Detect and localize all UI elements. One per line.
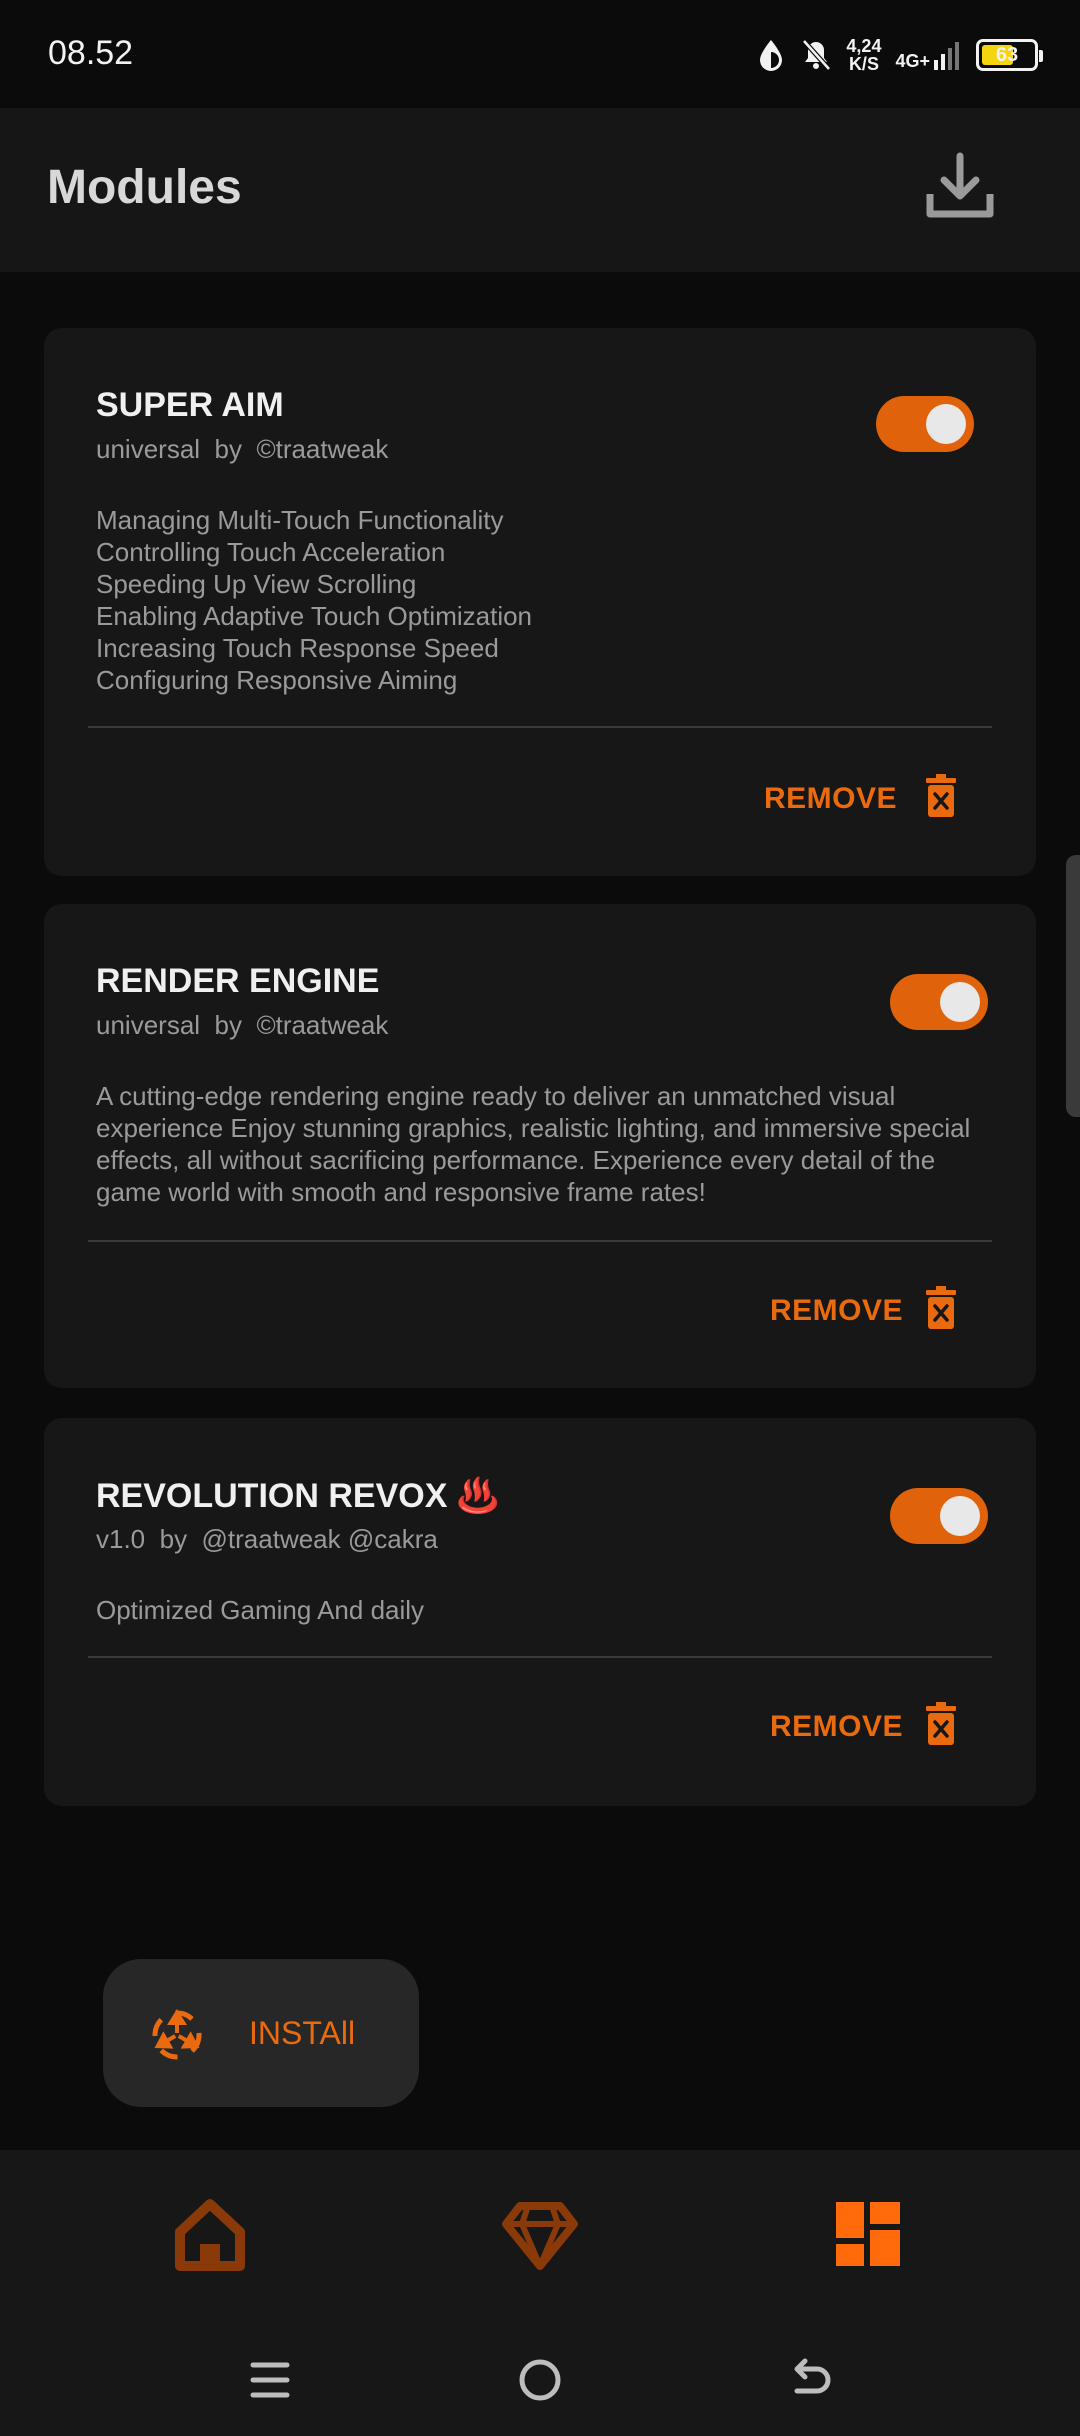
module-meta: universal by ©traatweak: [96, 434, 388, 465]
net-speed-unit: K/S: [848, 54, 879, 74]
menu-icon[interactable]: [245, 2355, 295, 2405]
diamond-icon[interactable]: [500, 2194, 580, 2274]
module-by: by: [214, 1010, 242, 1040]
status-time: 08.52: [48, 34, 134, 72]
app-bar: Modules: [0, 108, 1080, 272]
module-author: @traatweak @cakra: [201, 1524, 438, 1554]
module-version: v1.0: [96, 1524, 146, 1554]
module-description: A cutting-edge rendering engine ready to…: [96, 1081, 971, 1207]
status-bar: 08.52 4,24 K/S 4G+ 63: [0, 0, 1080, 108]
module-meta: v1.0 by @traatweak @cakra: [96, 1524, 438, 1555]
toggle-knob: [940, 1496, 980, 1536]
system-nav-bar: [0, 2325, 1080, 2436]
data-saver-icon: [760, 40, 783, 71]
divider: [88, 1656, 992, 1658]
install-label: INSTAll: [249, 2015, 356, 2051]
module-by: by: [214, 434, 242, 464]
trash-icon[interactable]: [924, 1702, 958, 1746]
module-description: Managing Multi-Touch Functionality Contr…: [96, 505, 533, 695]
module-meta: universal by ©traatweak: [96, 1010, 388, 1041]
trash-icon[interactable]: [924, 1286, 958, 1330]
module-enable-toggle[interactable]: [890, 974, 988, 1030]
module-enable-toggle[interactable]: [876, 396, 974, 452]
page-title: Modules: [47, 161, 242, 214]
module-title: RENDER ENGINE: [96, 962, 380, 1000]
remove-button[interactable]: REMOVE: [770, 1294, 903, 1328]
install-button[interactable]: INSTAll: [103, 1959, 419, 2107]
module-by: by: [159, 1524, 188, 1554]
module-title: SUPER AIM: [96, 386, 284, 424]
module-enable-toggle[interactable]: [890, 1488, 988, 1544]
divider: [88, 726, 992, 728]
back-icon[interactable]: [785, 2355, 835, 2405]
download-icon[interactable]: [920, 148, 1000, 228]
signal-icon: [934, 42, 959, 70]
remove-button[interactable]: REMOVE: [770, 1710, 903, 1744]
net-speed: 4,24 K/S: [846, 37, 881, 73]
module-card: SUPER AIM universal by ©traatweak Managi…: [44, 328, 1036, 876]
toggle-knob: [926, 404, 966, 444]
edge-panel-handle[interactable]: [1066, 855, 1080, 1117]
network-type: 4G+: [895, 51, 930, 71]
remove-button[interactable]: REMOVE: [764, 782, 897, 816]
module-author: ©traatweak: [256, 434, 389, 464]
module-version: universal: [96, 1010, 201, 1040]
recycle-icon: [152, 2009, 202, 2060]
bottom-nav: [0, 2150, 1080, 2325]
battery-level: 63: [995, 44, 1019, 66]
modules-icon[interactable]: [828, 2194, 908, 2274]
module-card: RENDER ENGINE universal by ©traatweak A …: [44, 904, 1036, 1388]
toggle-knob: [940, 982, 980, 1022]
divider: [88, 1240, 992, 1242]
status-icons: 4,24 K/S 4G+ 63: [756, 30, 1043, 80]
battery-icon: 63: [976, 39, 1043, 71]
signal-group: 4G+: [895, 40, 962, 70]
home-circle-icon[interactable]: [515, 2355, 565, 2405]
module-card: REVOLUTION REVOX ♨️ v1.0 by @traatweak @…: [44, 1418, 1036, 1806]
home-icon[interactable]: [170, 2194, 250, 2274]
module-version: universal: [96, 434, 201, 464]
module-author: ©traatweak: [256, 1010, 389, 1040]
bell-off-icon: [802, 39, 832, 71]
trash-icon[interactable]: [924, 774, 958, 818]
module-description: Optimized Gaming And daily: [96, 1595, 425, 1625]
net-speed-value: 4,24: [846, 36, 882, 56]
module-title: REVOLUTION REVOX ♨️: [96, 1477, 500, 1515]
